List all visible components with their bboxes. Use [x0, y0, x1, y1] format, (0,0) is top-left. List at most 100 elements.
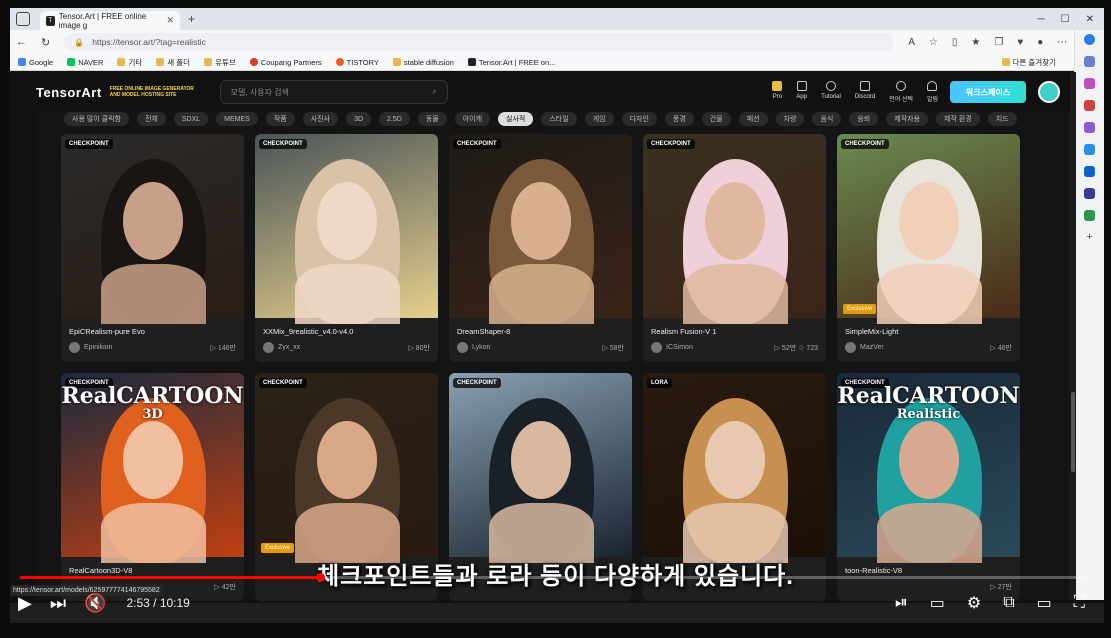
scrollbar-thumb[interactable]	[1071, 392, 1075, 472]
bookmark-tistory[interactable]: TISTORY	[335, 58, 379, 67]
read-aloud-icon[interactable]: A	[908, 37, 915, 48]
tag-icon[interactable]	[1084, 78, 1095, 89]
profile-icon[interactable]: ●	[1037, 37, 1043, 48]
video-subtitle: 체크포인트들과 로라 등이 다양하게 있습니다.	[317, 563, 794, 590]
workspace-button[interactable]: 워크스페이스	[950, 81, 1026, 103]
tree-icon[interactable]	[1084, 210, 1095, 221]
outlook-icon[interactable]	[1084, 166, 1095, 177]
bookmark-stable-diffusion[interactable]: stable diffusion	[392, 58, 454, 67]
subtitles-icon[interactable]: ▭	[930, 593, 945, 613]
maximize-icon[interactable]: ☐	[1061, 14, 1070, 25]
category-tag[interactable]: 건물	[701, 112, 731, 126]
category-tag[interactable]: 제작 환경	[936, 112, 980, 126]
video-progress-bar[interactable]	[20, 573, 1091, 582]
bing-copilot-icon[interactable]	[1084, 34, 1095, 45]
settings-gear-icon[interactable]: ⚙	[967, 593, 981, 613]
nav-app[interactable]: App	[796, 81, 807, 103]
drop-icon[interactable]	[1084, 188, 1095, 199]
back-icon[interactable]: ←	[16, 36, 27, 48]
nav-tutorial[interactable]: Tutorial	[821, 81, 841, 103]
refresh-icon[interactable]: ↻	[41, 36, 50, 49]
close-window-icon[interactable]: ✕	[1086, 14, 1094, 25]
category-tag[interactable]: 3D	[346, 112, 372, 126]
search-icon[interactable]: ⌕	[432, 87, 436, 97]
video-time: 2:53 / 10:19	[126, 596, 190, 610]
bookmark-folder-etc[interactable]: 기타	[117, 57, 142, 68]
category-tag[interactable]: 2.5D	[379, 112, 410, 126]
theater-mode-icon[interactable]: ▭	[1037, 593, 1052, 613]
nav-notifications[interactable]: 알림	[927, 81, 938, 103]
split-screen-icon[interactable]: ▯	[952, 37, 958, 48]
browser-tab[interactable]: T Tensor.Art | FREE online image g ✕	[40, 11, 180, 30]
play-icon[interactable]: ▶	[18, 593, 32, 614]
category-tag[interactable]: MEMES	[216, 112, 258, 126]
model-search-input[interactable]: 모델, 사용자 검색 ⌕	[219, 80, 448, 104]
category-tag[interactable]: 사용 많이 클릭함	[64, 112, 129, 126]
model-author[interactable]: ICSimon	[651, 342, 693, 353]
minimize-icon[interactable]: ─	[1038, 14, 1045, 25]
category-tag[interactable]: 패션	[738, 112, 768, 126]
miniplayer-icon[interactable]: ⧉	[1003, 594, 1014, 612]
model-author[interactable]: Epinikion	[69, 342, 112, 353]
model-card[interactable]: CHECKPOINT XXMix_9realistic_v4.0-v4.0 Zyx_…	[255, 134, 438, 362]
page-scrollbar[interactable]	[1070, 72, 1076, 600]
other-bookmarks[interactable]: 다른 즐겨찾기	[1001, 57, 1056, 68]
more-icon[interactable]: ⋯	[1057, 37, 1067, 48]
url-field[interactable]: 🔒 https://tensor.art/?tag=realistic	[64, 33, 895, 51]
tab-actions-icon[interactable]	[16, 12, 30, 26]
category-tag[interactable]: 다자인	[621, 112, 657, 126]
figure-face	[511, 182, 571, 260]
model-card[interactable]: CHECKPOINT DreamShaper-8 Lykon ▷ 58만	[449, 134, 632, 362]
new-tab-icon[interactable]: +	[188, 12, 195, 26]
nav-discord[interactable]: Discord	[855, 81, 875, 103]
bookmark-folder-youtube[interactable]: 유튜브	[204, 57, 236, 68]
category-tag[interactable]: SDXL	[173, 112, 209, 126]
category-tag[interactable]: 아이캐	[454, 112, 491, 126]
close-tab-icon[interactable]: ✕	[166, 15, 174, 26]
nav-pro[interactable]: Pro	[772, 81, 783, 103]
model-card[interactable]: CHECKPOINT Realism Fusion-V 1 ICSimon ▷ 52만…	[643, 134, 826, 362]
site-navbar: TensorArt FREE ONLINE IMAGE GENERATOR AND…	[36, 72, 1070, 112]
category-tag[interactable]: 스타일	[541, 112, 577, 126]
category-tag[interactable]: 사진사	[302, 112, 339, 126]
extensions-icon[interactable]: ♥	[1017, 37, 1023, 48]
category-tag[interactable]: 전체	[136, 112, 166, 126]
category-tag[interactable]: 풍경	[664, 112, 694, 126]
progress-scrubber[interactable]	[315, 573, 325, 582]
next-icon[interactable]: ⏭	[50, 593, 66, 614]
user-avatar[interactable]	[1038, 81, 1060, 103]
bookmark-tensorart[interactable]: Tensor.Art | FREE on...	[467, 58, 555, 67]
office-icon[interactable]	[1084, 144, 1095, 155]
bookmark-folder-new[interactable]: 새 폴더	[156, 57, 190, 68]
category-tag[interactable]: 실사적	[498, 112, 534, 126]
category-tag[interactable]: 작품	[265, 112, 295, 126]
category-tag[interactable]: 응뢰	[849, 112, 879, 126]
toolbox-icon[interactable]	[1084, 100, 1095, 111]
category-tag[interactable]: 제작자용	[886, 112, 929, 126]
search-icon[interactable]	[1084, 56, 1095, 67]
fullscreen-icon[interactable]: ⛶	[1074, 594, 1085, 612]
autoplay-toggle-icon[interactable]: ⏯	[895, 594, 908, 612]
category-tag[interactable]: 음식	[812, 112, 842, 126]
category-tag[interactable]: 치드	[987, 112, 1017, 126]
mute-icon[interactable]: 🔇	[84, 593, 106, 614]
category-tag[interactable]: 차량	[775, 112, 805, 126]
favorite-star-icon[interactable]: ☆	[929, 37, 938, 48]
model-card[interactable]: CHECKPOINT Exclusive SimpleMix-Light MazVer…	[837, 134, 1020, 362]
favorites-icon[interactable]: ★	[971, 37, 980, 48]
browser-window: T Tensor.Art | FREE online image g ✕ + ─…	[10, 8, 1104, 623]
model-author[interactable]: MazVer	[845, 342, 884, 353]
category-tag[interactable]: 동물	[417, 112, 447, 126]
model-author[interactable]: Lykon	[457, 342, 490, 353]
site-logo[interactable]: TensorArt	[36, 85, 102, 100]
nav-language[interactable]: 언어 선택	[889, 81, 913, 103]
bookmark-google[interactable]: Google	[18, 58, 53, 67]
collections-icon[interactable]: ❐	[994, 37, 1003, 48]
bookmark-coupang[interactable]: Coupang Partners	[249, 58, 322, 67]
games-icon[interactable]	[1084, 122, 1095, 133]
bookmark-naver[interactable]: NAVER	[67, 58, 103, 67]
category-tag[interactable]: 게임	[584, 112, 614, 126]
model-card[interactable]: CHECKPOINT EpiCRealism-pure Evo Epinikion ▷…	[61, 134, 244, 362]
add-icon[interactable]: +	[1084, 232, 1095, 243]
model-author[interactable]: Zyx_xx	[263, 342, 300, 353]
